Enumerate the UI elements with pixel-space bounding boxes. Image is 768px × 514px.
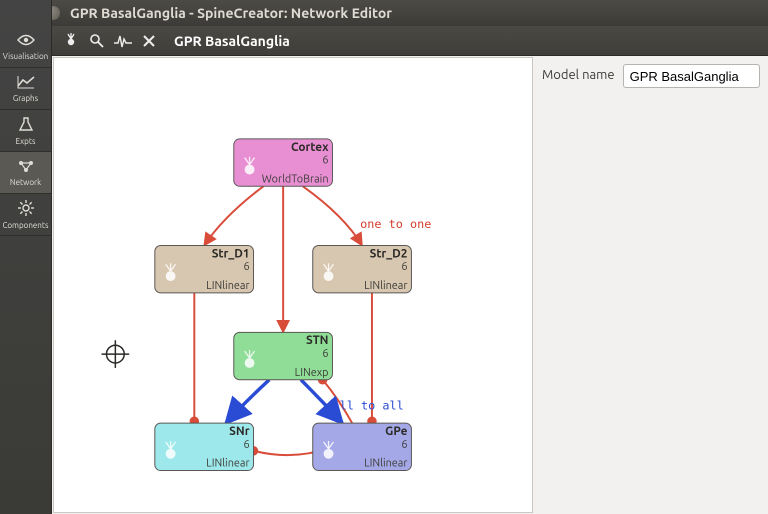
side-tab-components[interactable]: Components xyxy=(0,194,51,236)
svg-text:6: 6 xyxy=(243,439,249,451)
side-tabs: Visualisation Graphs Expts Network Compo… xyxy=(0,0,52,514)
node-str-d2[interactable]: Str_D2 6 LINlinear xyxy=(313,246,412,293)
delete-icon[interactable] xyxy=(138,30,160,52)
edge-stn-snr[interactable] xyxy=(226,380,269,423)
signal-icon[interactable] xyxy=(112,30,134,52)
svg-text:6: 6 xyxy=(243,261,249,273)
node-stn[interactable]: STN 6 LINexp xyxy=(234,332,333,379)
svg-text:SNr: SNr xyxy=(229,425,250,438)
node-str-d1[interactable]: Str_D1 6 LINlinear xyxy=(155,246,254,293)
svg-text:6: 6 xyxy=(401,439,407,451)
svg-text:WorldToBrain: WorldToBrain xyxy=(262,173,329,185)
neuron-icon[interactable] xyxy=(60,30,82,52)
svg-text:LINexp: LINexp xyxy=(295,367,329,379)
side-tab-visualisation[interactable]: Visualisation xyxy=(0,26,51,68)
side-tab-network[interactable]: Network xyxy=(0,152,51,194)
model-name-label: Model name xyxy=(542,64,615,82)
svg-text:LINlinear: LINlinear xyxy=(206,280,249,292)
svg-text:Str_D1: Str_D1 xyxy=(212,247,250,260)
crosshair-icon[interactable] xyxy=(102,340,130,368)
edge-cortex-strd2[interactable] xyxy=(303,186,362,245)
gear-icon xyxy=(18,200,34,219)
node-cortex[interactable]: Cortex 6 WorldToBrain xyxy=(234,139,333,186)
model-name-input[interactable] xyxy=(623,64,760,88)
editor-title: GPR BasalGanglia xyxy=(174,33,290,49)
svg-text:6: 6 xyxy=(401,261,407,273)
graph-icon xyxy=(17,75,35,92)
svg-text:LINlinear: LINlinear xyxy=(206,458,249,470)
svg-text:GPe: GPe xyxy=(385,425,407,438)
network-icon xyxy=(17,159,35,176)
svg-text:STN: STN xyxy=(306,334,328,347)
svg-text:6: 6 xyxy=(322,155,328,167)
svg-text:6: 6 xyxy=(322,348,328,360)
edge-label-all-to-all: all to all xyxy=(332,398,403,412)
svg-text:Str_D2: Str_D2 xyxy=(370,247,408,260)
edge-label-one-to-one: one to one xyxy=(360,217,431,231)
side-tab-graphs[interactable]: Graphs xyxy=(0,68,51,110)
properties-panel: Model name xyxy=(534,56,768,514)
window-titlebar: GPR BasalGanglia - SpineCreator: Network… xyxy=(0,0,768,26)
side-tab-expts[interactable]: Expts xyxy=(0,110,51,152)
svg-text:Cortex: Cortex xyxy=(291,141,329,154)
node-snr[interactable]: SNr 6 LINlinear xyxy=(155,423,254,470)
node-gpe[interactable]: GPe 6 LINlinear xyxy=(313,423,412,470)
svg-text:LINlinear: LINlinear xyxy=(364,280,407,292)
editor-toolbar: GPR BasalGanglia xyxy=(52,26,768,56)
edge-cortex-strd1[interactable] xyxy=(204,186,263,245)
network-canvas[interactable]: one to one all to all Cortex 6 WorldToBr… xyxy=(53,57,533,513)
flask-icon xyxy=(18,116,34,135)
window-title: GPR BasalGanglia - SpineCreator: Network… xyxy=(70,5,392,21)
svg-text:LINlinear: LINlinear xyxy=(364,458,407,470)
eye-icon xyxy=(17,33,35,50)
pointer-icon[interactable] xyxy=(86,30,108,52)
